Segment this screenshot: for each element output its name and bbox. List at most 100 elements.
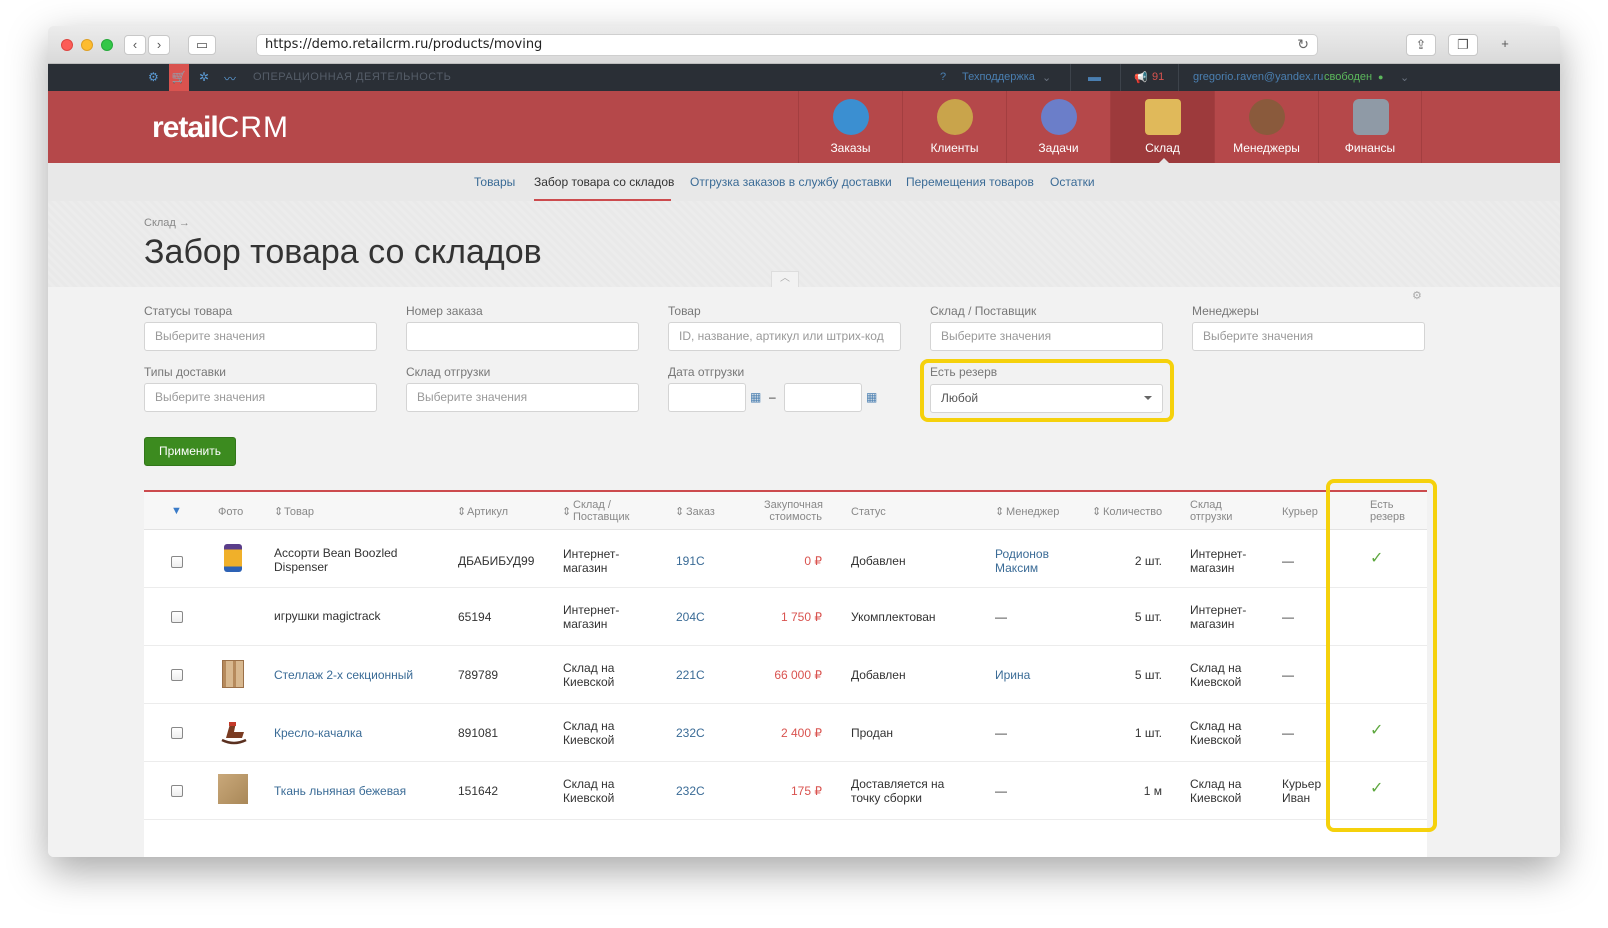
zoom-window-button[interactable]	[101, 39, 113, 51]
warehouse: Склад на Киевской	[563, 661, 614, 689]
operations-cart-icon[interactable]: 🛒	[169, 64, 189, 91]
table-row[interactable]: Ткань льняная бежевая 151642 Склад на Кие…	[144, 762, 1427, 820]
product-name-line1: Ассорти Bean Boozled	[274, 546, 398, 560]
sort-icon[interactable]: ⇕	[995, 506, 1004, 518]
managers-select[interactable]: Выберите значения	[1192, 322, 1425, 351]
table-row[interactable]: игрушки magictrack 65194 Интернет-магази…	[144, 588, 1427, 646]
row-checkbox[interactable]	[171, 611, 183, 623]
forward-button[interactable]: ›	[148, 35, 170, 55]
browser-window: ‹ › ▭ https://demo.retailcrm.ru/products…	[48, 26, 1560, 857]
calendar-icon[interactable]: ▦	[750, 390, 761, 404]
subnav-pickup[interactable]: Забор товара со складов	[534, 175, 674, 189]
subnav-shipping[interactable]: Отгрузка заказов в службу доставки	[690, 175, 892, 189]
notifications-count[interactable]: 91	[1152, 71, 1164, 83]
product-link[interactable]: Ткань льняная бежевая	[274, 784, 406, 798]
settings-icon[interactable]: ⚙	[148, 70, 159, 84]
close-window-button[interactable]	[61, 39, 73, 51]
table-row[interactable]: Стеллаж 2-х секционный 789789 Склад на Ки…	[144, 646, 1427, 704]
chat-icon[interactable]: ▬	[1088, 69, 1101, 84]
ship-date-from-input[interactable]	[668, 383, 746, 412]
gear-icon[interactable]: ⚙	[1412, 289, 1422, 302]
module-tasks[interactable]: Задачи	[1006, 91, 1110, 163]
warehouse-select[interactable]: Выберите значения	[930, 322, 1163, 351]
warehouse-line2: магазин	[563, 561, 608, 575]
col-manager[interactable]: Менеджер	[1006, 506, 1059, 518]
collapse-filters-button[interactable]: ︿	[771, 271, 799, 287]
status-line2: точку сборки	[851, 791, 922, 805]
breadcrumb[interactable]: Склад →	[144, 217, 190, 229]
select-all-caret-icon[interactable]: ▼	[171, 505, 182, 517]
status-dot-icon: ●	[1378, 72, 1384, 82]
product-link[interactable]: Стеллаж 2-х секционный	[274, 668, 413, 682]
tabs-overview-button[interactable]: ❐	[1448, 34, 1478, 56]
col-product[interactable]: Товар	[284, 506, 314, 518]
megaphone-icon[interactable]: 📢	[1134, 71, 1148, 84]
analytics-icon[interactable]: 〰	[224, 70, 236, 87]
sort-icon[interactable]: ⇕	[457, 506, 466, 518]
col-cost: Закупочная стоимость	[764, 499, 823, 523]
chevron-down-icon[interactable]: ⌄	[1042, 71, 1051, 84]
table-row[interactable]: Ассорти Bean Boozled Dispenser ДБАБИБУД99…	[144, 530, 1427, 588]
share-button[interactable]: ⇪	[1406, 34, 1436, 56]
product-status-select[interactable]: Выберите значения	[144, 322, 377, 351]
apply-button[interactable]: Применить	[144, 437, 236, 466]
ship-date-to-input[interactable]	[784, 383, 862, 412]
subnav-moving[interactable]: Перемещения товаров	[906, 175, 1034, 189]
manager-link[interactable]: Родионов Максим	[995, 547, 1049, 575]
purchase-cost: 66 000 ₽	[774, 668, 822, 682]
back-button[interactable]: ‹	[124, 35, 146, 55]
ship-line1: Склад на	[1190, 777, 1242, 791]
module-orders[interactable]: Заказы	[798, 91, 902, 163]
col-warehouse[interactable]: Склад / Поставщик	[573, 499, 629, 523]
module-warehouse[interactable]: Склад	[1110, 91, 1214, 163]
subnav-stock[interactable]: Остатки	[1050, 175, 1095, 189]
integrations-icon[interactable]: ✲	[199, 70, 209, 84]
col-warehouse-line1: Склад /	[573, 499, 611, 511]
calendar-icon[interactable]: ▦	[866, 390, 877, 404]
order-link[interactable]: 221С	[676, 668, 705, 682]
row-checkbox[interactable]	[171, 669, 183, 681]
ship-warehouse-select[interactable]: Выберите значения	[406, 383, 639, 412]
row-checkbox[interactable]	[171, 785, 183, 797]
module-finance[interactable]: Финансы	[1318, 91, 1422, 163]
chevron-down-icon[interactable]: ⌄	[1400, 71, 1409, 84]
minimize-window-button[interactable]	[81, 39, 93, 51]
sort-icon[interactable]: ⇕	[675, 506, 684, 518]
row-checkbox[interactable]	[171, 556, 183, 568]
box-icon	[1145, 99, 1181, 135]
order-link[interactable]: 232С	[676, 784, 705, 798]
support-link[interactable]: Техподдержка	[962, 71, 1035, 83]
sort-icon[interactable]: ⇕	[562, 506, 571, 518]
new-tab-button[interactable]: +	[1496, 34, 1514, 56]
ship-warehouse: Склад на Киевской	[1190, 661, 1241, 689]
reload-icon[interactable]: ↻	[1297, 35, 1309, 55]
order-link[interactable]: 204С	[676, 610, 705, 624]
col-ship-line1: Склад	[1190, 499, 1222, 511]
col-courier: Курьер	[1282, 506, 1318, 518]
subnav-products[interactable]: Товары	[474, 175, 515, 189]
col-order[interactable]: Заказ	[686, 506, 715, 518]
module-customers[interactable]: Клиенты	[902, 91, 1006, 163]
manager-link[interactable]: Ирина	[995, 668, 1030, 682]
sort-icon[interactable]: ⇕	[1092, 506, 1101, 518]
address-bar[interactable]: https://demo.retailcrm.ru/products/movin…	[256, 34, 1318, 56]
module-managers[interactable]: Менеджеры	[1214, 91, 1318, 163]
order-link[interactable]: 232С	[676, 726, 705, 740]
sort-icon[interactable]: ⇕	[274, 506, 283, 518]
row-checkbox[interactable]	[171, 727, 183, 739]
product-search-input[interactable]: ID, название, артикул или штрих-код	[668, 322, 901, 351]
col-sku[interactable]: Артикул	[467, 506, 508, 518]
order-number-input[interactable]	[406, 322, 639, 351]
table-row[interactable]: Кресло-качалка 891081 Склад на Киевской 2…	[144, 704, 1427, 762]
sidebar-toggle-button[interactable]: ▭	[188, 35, 216, 55]
filter-label: Склад отгрузки	[406, 365, 491, 379]
product-link[interactable]: Кресло-качалка	[274, 726, 362, 740]
user-status[interactable]: свободен	[1324, 71, 1372, 83]
status: Добавлен	[851, 668, 906, 682]
user-email[interactable]: gregorio.raven@yandex.ru	[1193, 71, 1323, 83]
col-quantity[interactable]: Количество	[1103, 506, 1162, 518]
order-link[interactable]: 191С	[676, 554, 705, 568]
courier-line2: Иван	[1282, 791, 1311, 805]
delivery-types-select[interactable]: Выберите значения	[144, 383, 377, 412]
retailcrm-logo[interactable]: retailCRM	[152, 111, 289, 145]
